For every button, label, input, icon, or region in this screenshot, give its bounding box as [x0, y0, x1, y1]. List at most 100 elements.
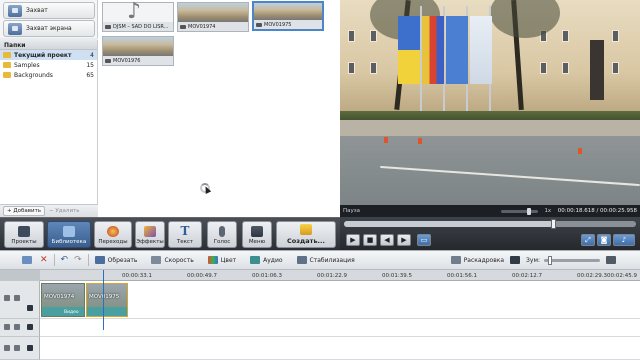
traffic-cone: [384, 137, 388, 143]
speed-slider[interactable]: [500, 207, 539, 215]
seek-bar[interactable]: [344, 219, 636, 229]
monitor-icon: [8, 22, 22, 35]
undo-button[interactable]: ↶: [61, 255, 69, 265]
timeline-clip[interactable]: MOV01974 Видео: [41, 283, 85, 317]
folder-item-backgrounds[interactable]: Backgrounds 65: [0, 70, 97, 80]
effects-button[interactable]: Эффекты: [135, 221, 165, 248]
zoom-slider[interactable]: [544, 255, 600, 265]
video-icon: [256, 22, 262, 27]
audio-button[interactable]: Аудио: [250, 256, 283, 264]
add-folder-button[interactable]: + Добавить: [3, 206, 46, 216]
lock-icon[interactable]: [14, 324, 20, 330]
folder-label: Текущий проект: [14, 51, 72, 59]
video-track[interactable]: MOV01974 Видео MOV01975: [40, 281, 640, 319]
folder-item-samples[interactable]: Samples 15: [0, 60, 97, 70]
next-frame-button[interactable]: ▶: [397, 234, 411, 246]
library-item-label: DJSM – SAD DO LISR...: [113, 23, 169, 30]
stop-button[interactable]: ■: [363, 234, 377, 246]
ruler-tick: 00:01:06.3: [252, 273, 282, 279]
fullscreen-button[interactable]: ⤢: [581, 234, 595, 246]
lock-icon[interactable]: [14, 295, 20, 301]
stabilize-button[interactable]: Стабилизация: [296, 256, 355, 264]
screen-capture-button[interactable]: Захват экрана: [3, 20, 95, 37]
toolbar-label: Библиотека: [51, 239, 87, 245]
menu-button[interactable]: Меню: [242, 221, 272, 248]
view-toggle[interactable]: [510, 256, 521, 264]
seek-bar-fill: [344, 221, 554, 227]
playhead[interactable]: [103, 270, 104, 330]
redo-button[interactable]: ↷: [74, 255, 82, 265]
camera-button[interactable]: ◙: [597, 234, 611, 246]
folder-count: 15: [86, 61, 94, 69]
library-item-video[interactable]: MOV01976: [102, 36, 174, 66]
folder-item-current-project[interactable]: Текущий проект 4: [0, 50, 97, 60]
speed-slider-knob[interactable]: [526, 207, 531, 215]
zoom-label: Зум:: [526, 256, 540, 264]
thumbnail: [178, 3, 248, 22]
snapshot-button[interactable]: ▭: [417, 234, 431, 246]
speed-label: Скорость: [164, 256, 194, 264]
toolbar-label: Создать...: [287, 237, 325, 245]
transitions-button[interactable]: Переходы: [94, 221, 132, 248]
zoom-slider-knob[interactable]: [548, 255, 552, 265]
traffic-cone: [418, 138, 422, 144]
projects-button[interactable]: Проекты: [4, 221, 44, 248]
text-button[interactable]: T Текст: [168, 221, 202, 248]
speed-button[interactable]: Скорость: [151, 256, 194, 264]
audio-label: Аудио: [263, 256, 283, 264]
eye-icon[interactable]: [4, 345, 10, 351]
eye-icon[interactable]: [4, 295, 10, 301]
capture-button[interactable]: Захват: [3, 2, 95, 19]
timeline-ruler[interactable]: 00:00:33.1 00:00:49.7 00:01:06.3 00:01:2…: [0, 270, 640, 281]
text-icon: T: [180, 224, 190, 238]
player-status-bar: Пауза 1x 00:00:18.618 / 00:00:25.958: [340, 205, 640, 217]
play-button[interactable]: ▶: [346, 234, 360, 246]
view-icon: [510, 256, 521, 264]
video-preview[interactable]: [340, 0, 640, 205]
effects-track[interactable]: [40, 319, 640, 337]
timeline-clip-selected[interactable]: MOV01975: [86, 283, 128, 317]
effects-track-header: [0, 319, 40, 337]
color-button[interactable]: Цвет: [207, 256, 237, 264]
seek-bar-knob[interactable]: [551, 219, 557, 229]
preview-window: [612, 30, 619, 42]
split-button[interactable]: [22, 256, 32, 264]
library-item-audio[interactable]: ♪ DJSM – SAD DO LISR...: [102, 0, 174, 32]
zoom-fit-button[interactable]: [606, 256, 616, 264]
create-button[interactable]: Создать...: [276, 221, 336, 248]
storyboard-button[interactable]: Раскадровка: [450, 256, 504, 264]
audio-track-label: Видео: [64, 310, 79, 315]
folder-label: Backgrounds: [14, 71, 53, 79]
arrow-icon[interactable]: [27, 305, 33, 311]
volume-button[interactable]: ♪: [613, 234, 635, 246]
film-icon: [18, 226, 30, 237]
eye-icon[interactable]: [4, 324, 10, 330]
clip-audio-wave: Видео: [42, 307, 84, 316]
audio-track[interactable]: [40, 337, 640, 360]
speed-value: 1x: [544, 208, 552, 214]
audio-wave-icon: [250, 256, 261, 264]
crop-button[interactable]: Обрезать: [94, 256, 137, 264]
voice-button[interactable]: Голос: [207, 221, 237, 248]
preview-sign: [590, 40, 604, 100]
color-label: Цвет: [220, 256, 237, 264]
folder-icon: [3, 72, 11, 78]
previous-frame-button[interactable]: ◀: [380, 234, 394, 246]
mic-icon: [219, 226, 225, 237]
add-label: Добавить: [13, 208, 42, 214]
transitions-icon: [107, 226, 119, 237]
delete-folder-button[interactable]: − Удалить: [49, 208, 79, 214]
library-item-video[interactable]: MOV01974: [177, 2, 249, 32]
library-icon: [63, 226, 75, 237]
library-button[interactable]: Библиотека: [47, 221, 91, 248]
lock-icon[interactable]: [14, 345, 20, 351]
delete-button[interactable]: ✕: [40, 255, 48, 265]
folders-action-bar: + Добавить − Удалить: [0, 204, 98, 217]
timecode: 00:00:18.618 / 00:00:25.958: [557, 208, 637, 214]
crop-icon: [94, 256, 105, 264]
library-item-video-selected[interactable]: MOV01975: [252, 1, 324, 31]
speedometer-icon: [151, 256, 162, 264]
ruler-tick: 00:02:45.9: [607, 273, 637, 279]
delete-icon: ✕: [40, 255, 48, 265]
preview-window: [348, 30, 355, 42]
